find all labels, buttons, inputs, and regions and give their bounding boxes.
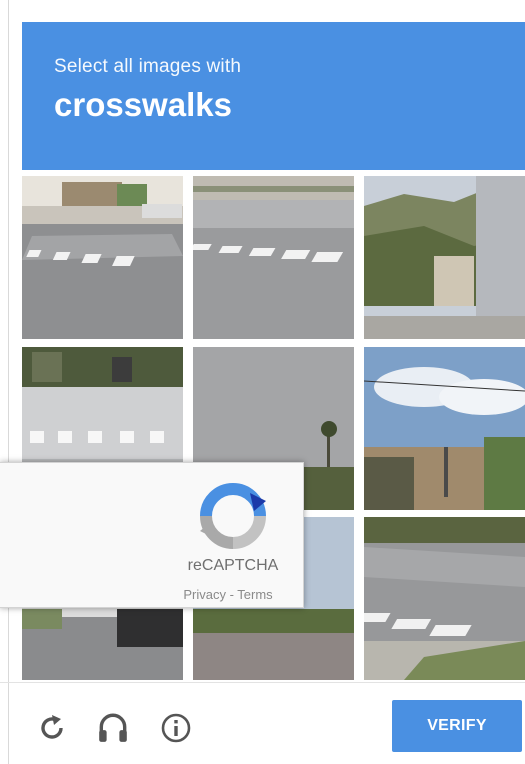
grid-tile[interactable] <box>364 176 525 339</box>
info-icon[interactable] <box>156 708 196 748</box>
recaptcha-brand: reCAPTCHA <box>187 557 279 574</box>
audio-headphones-icon[interactable] <box>93 708 133 748</box>
badge-links: Privacy - Terms <box>160 587 296 602</box>
grid-tile[interactable] <box>22 176 183 339</box>
verify-button[interactable]: VERIFY <box>392 700 522 752</box>
terms-link[interactable]: Terms <box>237 587 272 602</box>
challenge-header: Select all images with crosswalks <box>22 22 525 170</box>
grid-tile[interactable] <box>364 347 525 510</box>
footer-divider <box>0 682 525 683</box>
link-separator: - <box>225 587 238 602</box>
privacy-link[interactable]: Privacy <box>183 587 226 602</box>
grid-tile[interactable] <box>364 517 525 680</box>
recaptcha-badge: reCAPTCHA Privacy - Terms <box>0 462 304 608</box>
reload-icon[interactable] <box>32 708 72 748</box>
target-keyword: crosswalks <box>54 86 232 123</box>
instruction-text: Select all images with <box>54 56 242 77</box>
recaptcha-logo-icon <box>194 477 272 555</box>
grid-tile[interactable] <box>193 176 354 339</box>
